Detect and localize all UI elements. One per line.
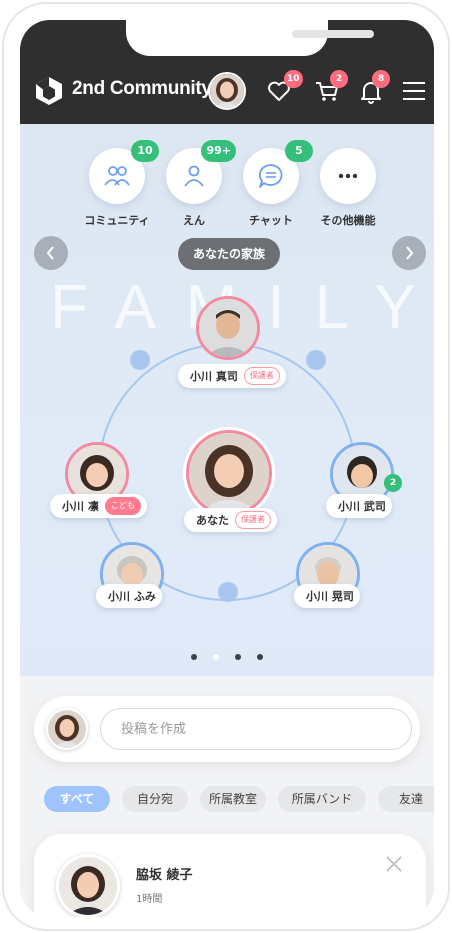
member-tag-takeshi[interactable]: 小川 武司 — [326, 494, 392, 518]
page-dot[interactable] — [191, 654, 197, 660]
close-icon[interactable] — [384, 854, 404, 874]
member-name: 小川 晃司 — [306, 590, 354, 603]
member-role-badge: こども — [104, 497, 141, 515]
device-notch — [126, 20, 374, 56]
member-name: あなた — [196, 514, 229, 527]
member-tag-fumi[interactable]: 小川 ふみ — [96, 584, 162, 608]
cart-badge: 2 — [330, 70, 348, 88]
user-avatar[interactable] — [208, 72, 246, 110]
member-name: 小川 真司 — [190, 370, 238, 383]
family-ring — [98, 343, 356, 602]
logo-icon[interactable] — [34, 76, 64, 106]
member-tag-you[interactable]: あなた 保護者 — [184, 508, 277, 532]
app-screen: 2nd Community 10 2 8 10 コミュニティ 99+ えん 5 … — [20, 20, 434, 917]
phone-frame: 2nd Community 10 2 8 10 コミュニティ 99+ えん 5 … — [2, 2, 450, 931]
page-dot-active[interactable] — [213, 654, 219, 660]
member-tag-shinji[interactable]: 小川 真司 保護者 — [178, 364, 286, 388]
filter-friends[interactable]: 友達 — [378, 786, 434, 812]
menu-icon[interactable] — [403, 82, 425, 100]
post-time: 1時間 — [136, 894, 163, 905]
filter-classroom[interactable]: 所属教室 — [200, 786, 266, 812]
speaker-pill — [292, 30, 374, 38]
app-header: 2nd Community 10 2 8 — [20, 20, 434, 124]
family-section: 10 コミュニティ 99+ えん 5 チャット その他機能 あなたの家族 小川 … — [20, 124, 434, 676]
post-author-avatar[interactable] — [56, 854, 120, 917]
member-role-badge: 保護者 — [243, 367, 280, 385]
favorites-badge: 10 — [284, 70, 303, 88]
member-name: 小川 ふみ — [108, 590, 156, 603]
filter-to-me[interactable]: 自分宛 — [122, 786, 188, 812]
post-author-name[interactable]: 脇坂 綾子 — [136, 864, 193, 883]
member-role-badge: 保護者 — [235, 511, 271, 529]
member-tag-rin[interactable]: 小川 凛 こども — [50, 494, 147, 518]
member-tag-koji[interactable]: 小川 晃司 — [294, 584, 360, 608]
member-badge: 2 — [384, 474, 402, 492]
composer-avatar — [46, 708, 88, 750]
brand-name: 2nd Community — [72, 78, 212, 99]
page-indicator[interactable] — [20, 654, 434, 660]
filter-chips: すべて 自分宛 所属教室 所属バンド 友達 — [44, 786, 434, 812]
filter-all[interactable]: すべて — [44, 786, 110, 812]
post-composer — [34, 696, 420, 762]
member-name: 小川 武司 — [338, 500, 386, 513]
filter-band[interactable]: 所属バンド — [278, 786, 366, 812]
page-dot[interactable] — [235, 654, 241, 660]
member-photo-you[interactable] — [186, 430, 272, 516]
member-photo-shinji[interactable] — [196, 296, 260, 360]
post-input[interactable] — [100, 708, 412, 750]
member-name: 小川 凛 — [62, 500, 99, 513]
post-card[interactable]: 脇坂 綾子 1時間 — [34, 834, 426, 917]
notifications-badge: 8 — [372, 70, 390, 88]
page-dot[interactable] — [257, 654, 263, 660]
